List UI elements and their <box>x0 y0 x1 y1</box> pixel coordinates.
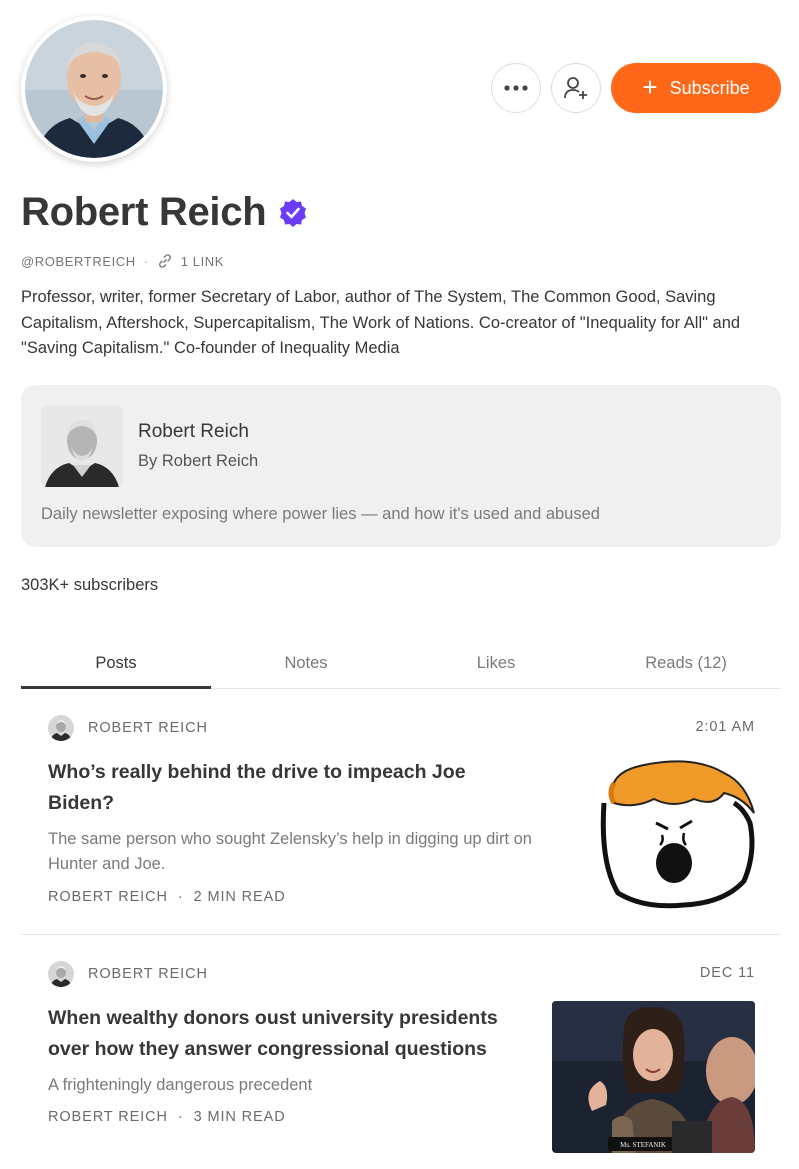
post-title[interactable]: When wealthy donors oust university pres… <box>48 1003 528 1064</box>
links-button[interactable]: 1 LINK <box>181 254 224 269</box>
post-meta: ROBERT REICH · 2 MIN READ <box>48 889 286 905</box>
separator: · <box>177 1109 184 1125</box>
profile-name-row: Robert Reich <box>21 190 308 235</box>
nameplate-text: Ms. STEFANIK <box>620 1141 666 1149</box>
add-user-icon <box>564 77 587 99</box>
profile-bio: Professor, writer, former Secretary of L… <box>21 288 741 357</box>
separator: · <box>143 253 149 269</box>
publication-logo <box>41 405 123 487</box>
publication-photo <box>41 405 123 487</box>
subscribe-label: Subscribe <box>669 77 750 98</box>
post-item[interactable]: ROBERT REICH DEC 11 When wealthy donors … <box>21 951 781 1161</box>
author-avatar <box>48 715 74 741</box>
publication-description: Daily newsletter exposing where power li… <box>41 505 600 523</box>
tab-likes[interactable]: Likes <box>401 645 591 688</box>
plus-icon: + <box>642 72 658 102</box>
cartoon-illustration <box>574 753 757 913</box>
link-icon <box>158 254 171 268</box>
profile-handle-row: @ROBERTREICH · 1 LINK <box>21 253 224 269</box>
more-options-button[interactable] <box>491 63 541 113</box>
post-meta: ROBERT REICH · 3 MIN READ <box>48 1109 286 1125</box>
profile-tabs: Posts Notes Likes Reads (12) <box>21 645 781 689</box>
post-author-row: ROBERT REICH <box>48 961 208 987</box>
profile-photo <box>25 20 163 158</box>
tab-reads[interactable]: Reads (12) <box>591 645 781 688</box>
more-horizontal-icon <box>504 85 528 91</box>
tab-posts[interactable]: Posts <box>21 645 211 689</box>
post-meta-author[interactable]: ROBERT REICH <box>48 1109 168 1125</box>
separator: · <box>177 889 184 905</box>
post-author-row: ROBERT REICH <box>48 715 208 741</box>
post-meta-author[interactable]: ROBERT REICH <box>48 889 168 905</box>
post-item[interactable]: ROBERT REICH 2:01 AM Who’s really behind… <box>21 705 781 935</box>
subscribe-button[interactable]: + Subscribe <box>611 63 781 113</box>
post-date: DEC 11 <box>699 965 755 981</box>
post-author[interactable]: ROBERT REICH <box>88 966 208 982</box>
profile-name: Robert Reich <box>21 190 267 234</box>
hearing-photo: Ms. STEFANIK <box>552 1001 755 1153</box>
publication-card[interactable]: Robert Reich By Robert Reich Daily newsl… <box>21 385 781 547</box>
post-subtitle: The same person who sought Zelensky’s he… <box>48 830 532 873</box>
profile-handle[interactable]: @ROBERTREICH <box>21 254 136 269</box>
post-read-time: 3 MIN READ <box>193 1109 286 1125</box>
profile-avatar <box>21 16 167 162</box>
subscriber-count: 303K+ subscribers <box>21 576 159 594</box>
post-author[interactable]: ROBERT REICH <box>88 720 208 736</box>
follow-button[interactable] <box>551 63 601 113</box>
post-thumbnail[interactable]: Ms. STEFANIK <box>552 1001 755 1153</box>
publication-byline: By Robert Reich <box>138 452 259 470</box>
verified-badge-icon <box>280 198 307 227</box>
post-subtitle: A frighteningly dangerous precedent <box>48 1076 313 1094</box>
post-read-time: 2 MIN READ <box>193 889 286 905</box>
post-date: 2:01 AM <box>695 719 755 735</box>
author-avatar <box>48 961 74 987</box>
tab-notes[interactable]: Notes <box>211 645 401 688</box>
post-thumbnail[interactable] <box>574 753 757 913</box>
profile-actions: + Subscribe <box>491 63 781 113</box>
post-title[interactable]: Who’s really behind the drive to impeach… <box>48 757 528 818</box>
publication-name: Robert Reich <box>138 421 249 442</box>
